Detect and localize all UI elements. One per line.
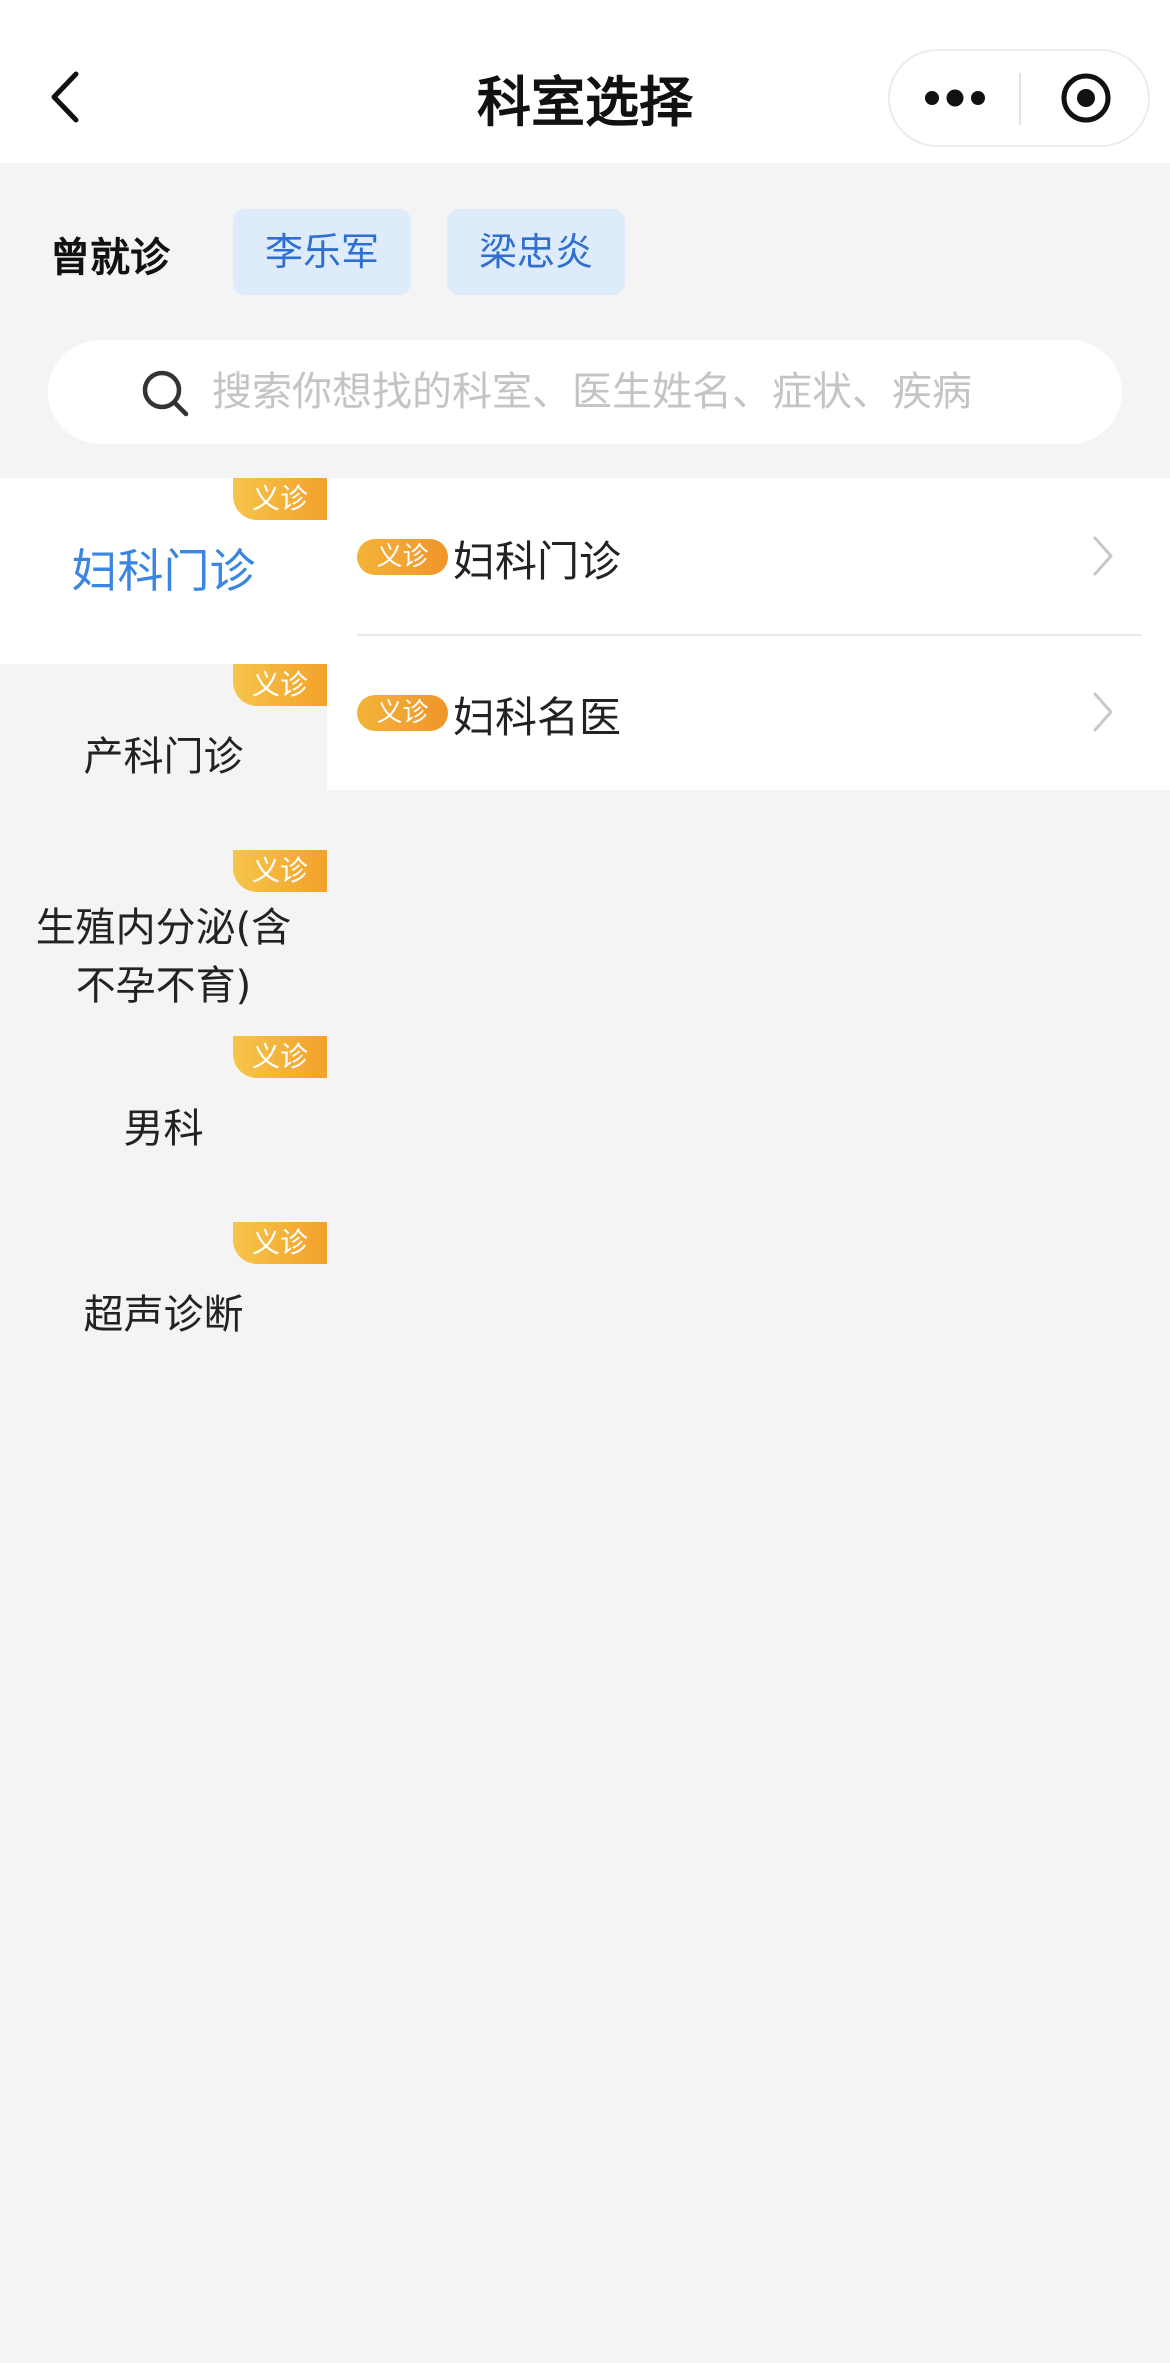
- subdepartment-panel: 义诊 妇科门诊 义诊 妇科名医: [327, 478, 1170, 790]
- yizhen-tag: 义诊: [357, 695, 448, 731]
- department-list: 义诊 妇科门诊 义诊 产科门诊 义诊 生殖内分泌(含不孕不育) 义诊 男科 义诊…: [0, 478, 327, 1408]
- department-item[interactable]: 义诊 产科门诊: [0, 664, 327, 850]
- chevron-right-icon: [1093, 536, 1113, 576]
- department-item[interactable]: 义诊 男科: [0, 1036, 327, 1222]
- subdepartment-item[interactable]: 义诊 妇科名医: [327, 634, 1170, 790]
- navigation-bar: 科室选择: [0, 0, 1170, 163]
- history-doctor-chip[interactable]: 梁忠炎: [447, 209, 626, 295]
- subdepartment-name: 妇科门诊: [453, 537, 622, 586]
- yizhen-badge: 义诊: [233, 1036, 327, 1078]
- department-item[interactable]: 义诊 超声诊断: [0, 1222, 327, 1408]
- department-item[interactable]: 义诊 生殖内分泌(含不孕不育): [0, 850, 327, 1036]
- subdepartment-name: 妇科名医: [453, 693, 622, 742]
- yizhen-badge: 义诊: [233, 664, 327, 706]
- yizhen-badge: 义诊: [233, 1222, 327, 1264]
- target-circle-icon: [1061, 73, 1110, 123]
- history-doctor-chip[interactable]: 李乐军: [233, 209, 412, 295]
- search-input[interactable]: [212, 350, 1092, 434]
- yizhen-badge: 义诊: [233, 850, 327, 892]
- department-name: 生殖内分泌(含不孕不育): [35, 905, 292, 1009]
- yizhen-badge: 义诊: [233, 478, 327, 520]
- more-dots-icon: [925, 89, 985, 107]
- department-name: 超声诊断: [83, 1292, 244, 1338]
- close-mini-program-button[interactable]: [1021, 51, 1150, 145]
- mini-program-capsule: [888, 49, 1150, 147]
- more-options-button[interactable]: [890, 51, 1020, 145]
- department-name: 妇科门诊: [71, 544, 256, 598]
- department-item[interactable]: 义诊 妇科门诊: [0, 478, 327, 664]
- subdepartment-item[interactable]: 义诊 妇科门诊: [327, 478, 1170, 634]
- yizhen-tag: 义诊: [357, 539, 448, 575]
- department-name: 男科: [123, 1106, 204, 1152]
- search-icon: [142, 370, 189, 417]
- chevron-right-icon: [1093, 692, 1113, 732]
- department-name: 产科门诊: [83, 734, 244, 780]
- history-label: 曾就诊: [50, 235, 170, 281]
- search-bar[interactable]: [48, 340, 1122, 444]
- history-section: 曾就诊 李乐军 梁忠炎: [0, 163, 1170, 478]
